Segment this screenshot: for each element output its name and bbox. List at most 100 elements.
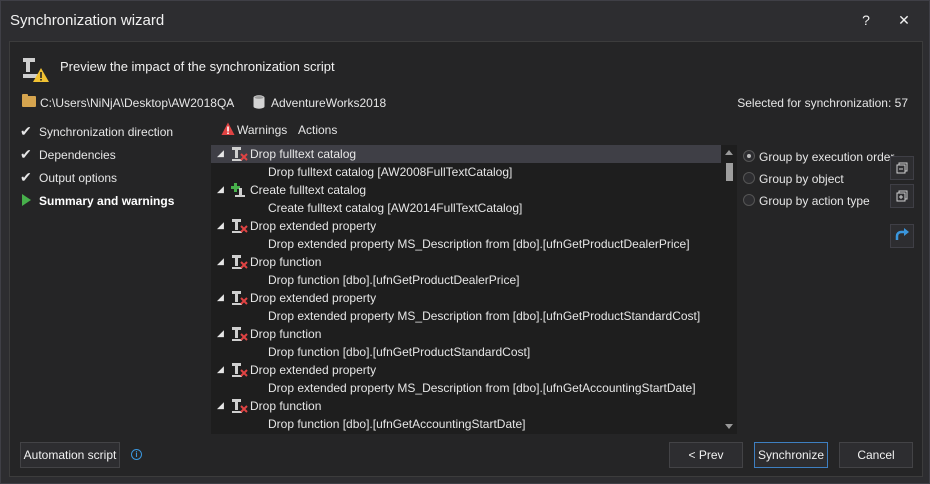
step-dependencies[interactable]: ✔ Dependencies [20,145,210,168]
redo-arrow-icon [895,228,909,240]
group-row[interactable]: ◢ Drop extended property [211,361,721,379]
checkmark-icon: ✔ [20,146,32,162]
title-bar: Synchronization wizard ? ✕ [1,1,929,39]
collapse-all-button[interactable] [890,184,914,208]
scroll-up-arrow-icon[interactable] [725,150,733,155]
expand-triangle-icon[interactable]: ◢ [217,400,224,411]
cancel-button[interactable]: Cancel [839,442,913,468]
chevron-right-icon: › [229,94,234,109]
actions-tab[interactable]: Actions [298,123,337,137]
checkmark-icon: ✔ [20,169,32,185]
group-label: Drop extended property [250,291,377,305]
help-button[interactable]: ? [855,10,877,30]
warning-icon [221,122,235,135]
step-summary-and-warnings[interactable]: Summary and warnings [20,191,210,214]
action-label: Drop function [dbo].[ufnGetProductDealer… [268,273,520,287]
group-label: Drop fulltext catalog [250,147,357,161]
scroll-down-arrow-icon[interactable] [725,424,733,429]
group-row[interactable]: ◢ Drop function [211,253,721,271]
step-label: Dependencies [39,148,116,162]
radio-icon[interactable] [743,172,755,184]
database-icon [253,95,265,109]
expand-triangle-icon[interactable]: ◢ [217,148,224,159]
expand-triangle-icon[interactable]: ◢ [217,220,224,231]
wizard-window: Synchronization wizard ? ✕ Preview the i… [0,0,930,484]
step-label: Synchronization direction [39,125,174,139]
window-title: Synchronization wizard [10,12,165,29]
refresh-button[interactable] [890,224,914,248]
prev-button[interactable]: < Prev [669,442,743,468]
group-label: Drop function [250,327,322,341]
actions-tree[interactable]: ◢ Drop fulltext catalog Drop fulltext ca… [211,145,737,434]
drop-action-icon [232,219,248,233]
radio-label: Group by execution order [759,150,895,164]
current-step-arrow-icon [22,194,31,206]
expand-all-icon [896,162,908,174]
expand-triangle-icon[interactable]: ◢ [217,364,224,375]
collapse-all-icon [896,190,908,202]
drop-action-icon [232,327,248,341]
drop-action-icon [232,363,248,377]
action-row[interactable]: Drop function [dbo].[ufnGetAccountingSta… [211,415,721,433]
radio-selected-icon[interactable] [743,150,755,162]
warnings-tab[interactable]: Warnings [237,123,287,137]
drop-action-icon [232,399,248,413]
synchronize-button[interactable]: Synchronize [754,442,828,468]
checkmark-icon: ✔ [20,123,32,139]
group-label: Drop extended property [250,363,377,377]
group-row[interactable]: ◢ Drop function [211,325,721,343]
action-row[interactable]: Drop extended property MS_Description fr… [211,379,721,397]
scroll-thumb[interactable] [726,163,733,181]
group-row[interactable]: ◢ Drop fulltext catalog [211,145,721,163]
action-label: Drop function [dbo].[ufnGetAccountingSta… [268,417,526,431]
radio-icon[interactable] [743,194,755,206]
action-row[interactable]: Drop extended property MS_Description fr… [211,307,721,325]
action-row[interactable]: Drop fulltext catalog [AW2008FullTextCat… [211,163,721,181]
drop-action-icon [232,255,248,269]
automation-script-button[interactable]: Automation script [20,442,120,468]
selected-count: Selected for synchronization: 57 [737,96,908,110]
group-row[interactable]: ◢ Drop function [211,397,721,415]
step-label: Output options [39,171,118,185]
sync-warning-icon [23,58,49,82]
group-row[interactable]: ◢ Drop extended property [211,217,721,235]
info-icon[interactable]: i [131,449,142,460]
action-label: Drop fulltext catalog [AW2008FullTextCat… [268,165,513,179]
target-database-name: AdventureWorks2018 [271,96,387,110]
drop-action-icon [232,147,248,161]
action-label: Drop extended property MS_Description fr… [268,309,701,323]
action-label: Create fulltext catalog [AW2014FullTextC… [268,201,523,215]
create-action-icon [231,183,245,197]
action-row[interactable]: Drop function [dbo].[ufnGetProductDealer… [211,271,721,289]
expand-triangle-icon[interactable]: ◢ [217,184,224,195]
radio-label: Group by action type [759,194,870,208]
expand-all-button[interactable] [890,156,914,180]
group-row[interactable]: ◢ Drop extended property [211,289,721,307]
group-label: Drop function [250,255,322,269]
action-label: Drop function [dbo].[ufnGetProductStanda… [268,345,531,359]
group-label: Drop extended property [250,219,377,233]
path-row: C:\Users\NiNjA\Desktop\AW2018QA › Advent… [22,94,912,112]
drop-action-icon [232,291,248,305]
source-folder-path: C:\Users\NiNjA\Desktop\AW2018QA [40,96,235,110]
action-row[interactable]: Drop extended property MS_Description fr… [211,235,721,253]
folder-icon [22,94,36,107]
expand-triangle-icon[interactable]: ◢ [217,328,224,339]
action-label: Drop extended property MS_Description fr… [268,237,690,251]
expand-triangle-icon[interactable]: ◢ [217,256,224,267]
page-heading: Preview the impact of the synchronizatio… [60,59,335,74]
vertical-scrollbar[interactable] [722,145,737,434]
step-output-options[interactable]: ✔ Output options [20,168,210,191]
wizard-steps: ✔ Synchronization direction ✔ Dependenci… [20,122,210,214]
close-button[interactable]: ✕ [893,10,915,30]
action-row[interactable]: Create fulltext catalog [AW2014FullTextC… [211,199,721,217]
step-label: Summary and warnings [39,194,175,208]
group-row[interactable]: ◢ Create fulltext catalog [211,181,721,199]
group-label: Drop function [250,399,322,413]
radio-label: Group by object [759,172,844,186]
step-synchronization-direction[interactable]: ✔ Synchronization direction [20,122,210,145]
wizard-content: Preview the impact of the synchronizatio… [9,41,923,477]
action-row[interactable]: Drop function [dbo].[ufnGetProductStanda… [211,343,721,361]
action-label: Drop extended property MS_Description fr… [268,381,696,395]
expand-triangle-icon[interactable]: ◢ [217,292,224,303]
